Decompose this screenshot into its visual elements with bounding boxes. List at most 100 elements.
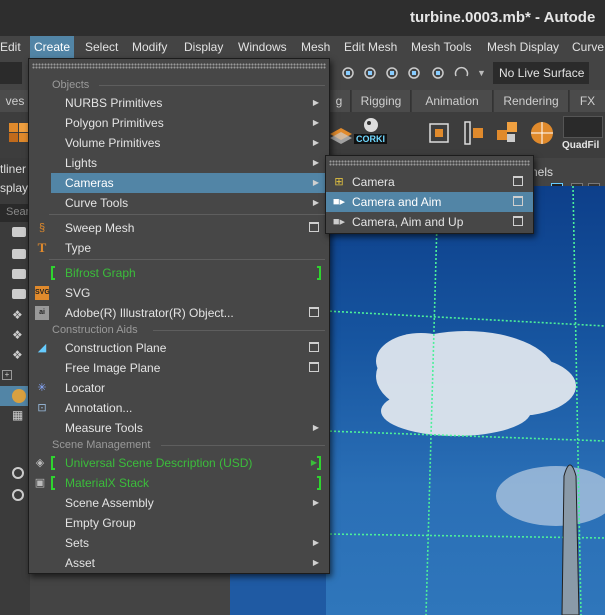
menu-select[interactable]: Select bbox=[85, 36, 118, 58]
corki-label[interactable]: CORKI bbox=[354, 134, 387, 144]
menu-item-annotation[interactable]: ⊡ Annotation... bbox=[29, 398, 329, 418]
snap-curve-icon[interactable] bbox=[362, 64, 380, 82]
tear-off-handle[interactable] bbox=[32, 63, 326, 69]
locator-icon: ✳ bbox=[37, 382, 47, 394]
menu-item-polygon-primitives[interactable]: Polygon Primitives ▶ bbox=[29, 113, 329, 133]
rig-layers-icon[interactable] bbox=[326, 118, 356, 148]
camera-aim-icon: ■▸ bbox=[332, 196, 346, 208]
menu-separator bbox=[49, 214, 325, 215]
menu-mesh-tools[interactable]: Mesh Tools bbox=[411, 36, 471, 58]
main-menubar: Edit Create Select Modify Display Window… bbox=[0, 36, 605, 58]
set-icon bbox=[12, 467, 24, 479]
outliner-row[interactable] bbox=[0, 464, 30, 484]
snap-grid-icon[interactable] bbox=[340, 64, 358, 82]
plugin-bracket-icon bbox=[317, 456, 321, 470]
menu-windows[interactable]: Windows bbox=[238, 36, 287, 58]
outliner-row[interactable]: ❖ bbox=[0, 346, 30, 366]
menu-mesh[interactable]: Mesh bbox=[301, 36, 330, 58]
tab-fx[interactable]: FX bbox=[570, 90, 605, 112]
make-live-icon[interactable] bbox=[453, 64, 471, 82]
align-icon[interactable] bbox=[459, 118, 489, 148]
tear-off-handle[interactable] bbox=[329, 160, 530, 166]
3d-viewport[interactable] bbox=[326, 186, 605, 615]
menu-item-cameras[interactable]: Cameras ▶ bbox=[51, 173, 329, 193]
outliner-search[interactable]: Sear bbox=[0, 204, 30, 222]
menu-curve[interactable]: Curve bbox=[572, 36, 604, 58]
outliner-row-selected[interactable] bbox=[0, 386, 30, 406]
live-surface-field[interactable]: No Live Surface bbox=[493, 62, 589, 84]
python-icon[interactable] bbox=[360, 116, 382, 134]
mode-selector[interactable] bbox=[0, 62, 22, 84]
menu-item-nurbs-primitives[interactable]: NURBS Primitives ▶ bbox=[29, 93, 329, 113]
menu-item-empty-group[interactable]: Empty Group bbox=[29, 513, 329, 533]
outliner-row[interactable] bbox=[0, 286, 30, 306]
tab-animation[interactable]: Animation bbox=[412, 90, 493, 112]
outliner-row[interactable]: ❖ bbox=[0, 306, 30, 326]
expand-icon[interactable]: + bbox=[2, 370, 12, 380]
node-icon: ❖ bbox=[12, 308, 23, 322]
menu-item-camera-aim-and-up[interactable]: ■▸ Camera, Aim and Up bbox=[326, 212, 533, 232]
menu-display[interactable]: Display bbox=[184, 36, 223, 58]
outliner-row[interactable] bbox=[0, 246, 30, 266]
menu-edit[interactable]: Edit bbox=[0, 36, 26, 58]
menu-mesh-display[interactable]: Mesh Display bbox=[487, 36, 559, 58]
quadfill-thumb[interactable] bbox=[563, 116, 603, 138]
outliner-row[interactable] bbox=[0, 486, 30, 506]
submenu-arrow-icon: ▶ bbox=[312, 98, 319, 107]
option-box-icon bbox=[513, 216, 523, 226]
snap-point-icon[interactable] bbox=[384, 64, 402, 82]
option-box-icon bbox=[513, 196, 523, 206]
section-objects: Objects bbox=[29, 77, 329, 93]
usd-icon: ◈ bbox=[35, 457, 45, 469]
menu-item-free-image-plane[interactable]: Free Image Plane bbox=[29, 358, 329, 378]
tab-rendering[interactable]: Rendering bbox=[494, 90, 569, 112]
menu-item-materialx-stack[interactable]: ▣ MaterialX Stack bbox=[29, 473, 329, 493]
menu-item-camera-and-aim[interactable]: ■▸ Camera and Aim bbox=[326, 192, 533, 212]
menu-edit-mesh[interactable]: Edit Mesh bbox=[344, 36, 397, 58]
panels-menu[interactable]: nels bbox=[531, 165, 553, 179]
outliner-row[interactable]: + bbox=[0, 366, 30, 386]
menu-item-type[interactable]: T Type bbox=[29, 238, 329, 258]
plugin-bracket-icon bbox=[51, 456, 55, 470]
menu-item-camera[interactable]: ⊞ Camera bbox=[326, 172, 533, 192]
menu-item-usd[interactable]: ◈ Universal Scene Description (USD) ▶ bbox=[29, 453, 329, 473]
menu-item-sets[interactable]: Sets ▶ bbox=[29, 533, 329, 553]
snap-projected-icon[interactable] bbox=[406, 64, 424, 82]
camera-icon bbox=[12, 269, 26, 279]
menu-item-svg[interactable]: SVG SVG bbox=[29, 283, 329, 303]
menu-item-illustrator-object[interactable]: ai Adobe(R) Illustrator(R) Object... bbox=[29, 303, 329, 323]
option-box-icon bbox=[309, 362, 319, 372]
plugin-bracket-icon bbox=[317, 266, 321, 280]
menu-item-construction-plane[interactable]: ◢ Construction Plane bbox=[29, 338, 329, 358]
tab-curves[interactable]: ves bbox=[0, 90, 31, 112]
camera-icon bbox=[12, 227, 26, 237]
outliner-row[interactable] bbox=[0, 224, 30, 244]
outliner-row[interactable] bbox=[0, 266, 30, 286]
sphere-grid-icon[interactable] bbox=[527, 118, 557, 148]
menu-item-lights[interactable]: Lights ▶ bbox=[29, 153, 329, 173]
multi-cube-icon[interactable] bbox=[493, 118, 523, 148]
cameras-submenu: ⊞ Camera ■▸ Camera and Aim ■▸ Camera, Aim a… bbox=[325, 155, 534, 234]
menu-item-sweep-mesh[interactable]: § Sweep Mesh bbox=[29, 218, 329, 238]
menu-item-locator[interactable]: ✳ Locator bbox=[29, 378, 329, 398]
live-dropdown-icon[interactable]: ▼ bbox=[477, 68, 486, 78]
menu-item-asset[interactable]: Asset ▶ bbox=[29, 553, 329, 573]
outliner-row[interactable]: ▦ bbox=[0, 406, 30, 426]
menu-item-curve-tools[interactable]: Curve Tools ▶ bbox=[29, 193, 329, 213]
menu-create[interactable]: Create bbox=[30, 36, 74, 58]
tab-rigging[interactable]: Rigging bbox=[352, 90, 411, 112]
bounding-box-icon[interactable] bbox=[424, 118, 454, 148]
outliner-row[interactable]: ❖ bbox=[0, 326, 30, 346]
tab-sculpting[interactable]: g bbox=[328, 90, 351, 112]
menu-item-measure-tools[interactable]: Measure Tools ▶ bbox=[29, 418, 329, 438]
menu-item-scene-assembly[interactable]: Scene Assembly ▶ bbox=[29, 493, 329, 513]
menu-item-volume-primitives[interactable]: Volume Primitives ▶ bbox=[29, 133, 329, 153]
snap-view-icon[interactable] bbox=[430, 64, 448, 82]
title-bar: turbine.0003.mb* - Autode bbox=[0, 0, 605, 36]
menu-item-bifrost-graph[interactable]: Bifrost Graph bbox=[29, 263, 329, 283]
outliner-display-menu[interactable]: splay bbox=[0, 181, 28, 195]
section-construction-aids: Construction Aids bbox=[29, 322, 329, 338]
quadfill-label[interactable]: QuadFil bbox=[562, 140, 599, 151]
menu-modify[interactable]: Modify bbox=[132, 36, 167, 58]
option-box-icon bbox=[513, 176, 523, 186]
